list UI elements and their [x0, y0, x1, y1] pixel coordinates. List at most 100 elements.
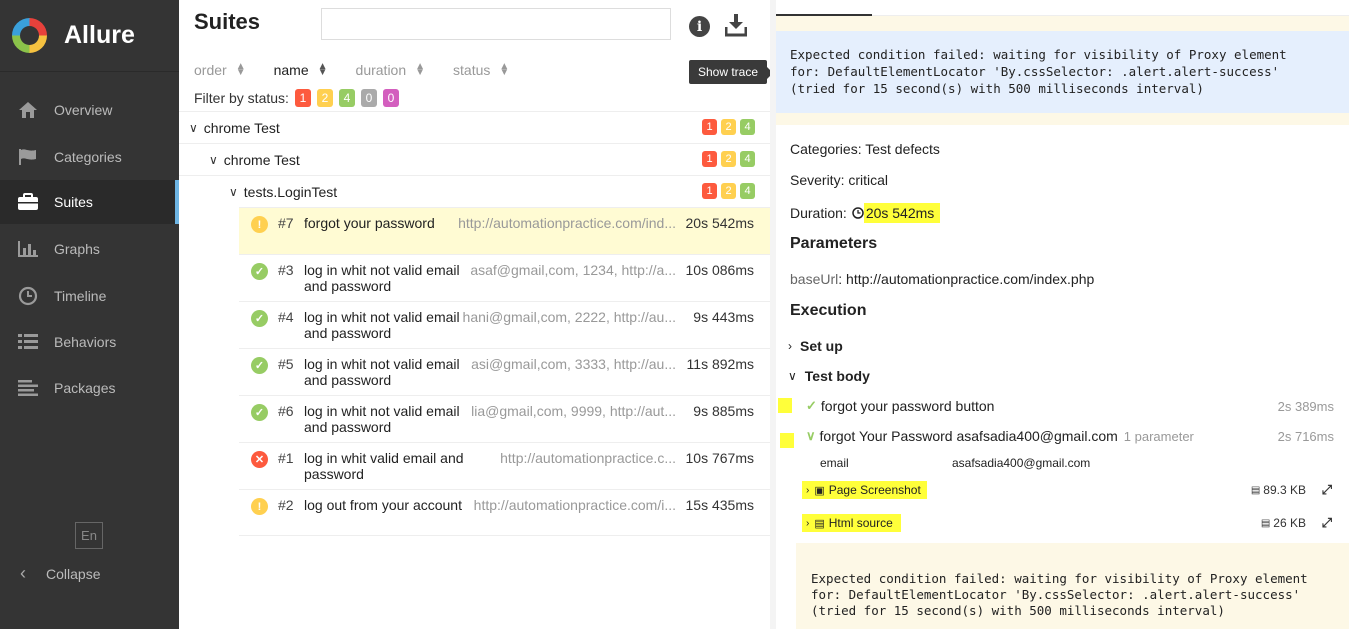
step-row[interactable]: ∨ forgot Your Password asafsadia400@gmai… — [806, 428, 1334, 444]
failed-count-badge: 1 — [702, 119, 717, 135]
step-error-message[interactable]: Expected condition failed: waiting for v… — [796, 543, 1349, 629]
sidebar-item-suites[interactable]: Suites — [0, 180, 179, 224]
sort-label: name — [273, 62, 309, 78]
test-body-section[interactable]: ∨ Test body — [788, 368, 870, 384]
sidebar-item-label: Packages — [54, 380, 116, 396]
sidebar-item-label: Suites — [54, 194, 93, 210]
broken-status-icon: ! — [251, 498, 268, 515]
passed-count-badge: 4 — [740, 119, 755, 135]
test-number: #3 — [278, 262, 294, 278]
parameter-key: baseUrl — [790, 271, 839, 287]
tree-node-label: ∨ chrome Test — [189, 120, 280, 136]
briefcase-icon — [17, 192, 39, 212]
sidebar-item-packages[interactable]: Packages — [0, 366, 179, 410]
sort-status[interactable]: status ▲ ▼ — [453, 61, 510, 79]
tree-node-label: ∨ tests.LoginTest — [229, 184, 337, 200]
attachment-size-value: 89.3 KB — [1263, 483, 1306, 497]
setup-section[interactable]: › Set up — [788, 338, 843, 354]
test-duration: 10s 086ms — [685, 262, 754, 278]
test-row[interactable]: ✕ #1 log in whit valid email and passwor… — [239, 442, 770, 489]
test-row[interactable]: ✓ #3 log in whit not valid email and pas… — [239, 254, 770, 301]
chevron-down-icon: ∨ — [788, 369, 797, 383]
sidebar-item-timeline[interactable]: Timeline — [0, 274, 179, 318]
tree-node-subsuite[interactable]: ∨ chrome Test 124 — [179, 143, 770, 175]
sort-arrows-icon: ▲ ▼ — [499, 61, 510, 78]
attachment-row[interactable]: › ▣ Page Screenshot ▤ 89.3 KB ⤢ — [802, 481, 1332, 499]
status-strip — [776, 113, 1349, 125]
sort-name[interactable]: name ▲ ▼ — [273, 61, 328, 79]
filter-label: Filter by status: — [194, 90, 289, 106]
details-tabs — [776, 0, 1349, 16]
expand-icon[interactable]: ⤢ — [1322, 515, 1332, 531]
test-duration: 15s 435ms — [685, 497, 754, 513]
test-body-label: Test body — [804, 368, 870, 384]
test-duration: 9s 885ms — [693, 403, 754, 419]
filter-failed-badge[interactable]: 1 — [294, 89, 311, 107]
info-icon[interactable]: i — [689, 16, 710, 37]
test-row[interactable]: ✓ #4 log in whit not valid email and pas… — [239, 301, 770, 348]
logo[interactable]: Allure — [0, 0, 179, 72]
step-parameter: email asafsadia400@gmail.com — [820, 456, 1090, 470]
tree-node-badges: 124 — [698, 183, 755, 199]
sidebar-item-behaviors[interactable]: Behaviors — [0, 320, 179, 364]
failed-count-badge: 1 — [702, 183, 717, 199]
duration-label: Duration: — [790, 205, 847, 221]
download-icon[interactable] — [724, 13, 748, 37]
test-params: http://automationpractice.com/ind... — [458, 215, 676, 231]
test-row[interactable]: ! #2 log out from your account http://au… — [239, 489, 770, 536]
expand-icon[interactable]: ⤢ — [1322, 482, 1332, 498]
tree-node-name: tests.LoginTest — [243, 183, 338, 200]
categories-info: Categories: Test defects — [790, 141, 940, 157]
tree-node-suite[interactable]: ∨ chrome Test 124 — [179, 111, 770, 143]
chevron-down-icon: ∨ — [806, 428, 816, 443]
sidebar-item-overview[interactable]: Overview — [0, 88, 179, 132]
tree-node-label: ∨ chrome Test — [209, 152, 300, 168]
test-duration: 9s 443ms — [693, 309, 754, 325]
sidebar-item-graphs[interactable]: Graphs — [0, 227, 179, 271]
list-icon — [17, 332, 39, 352]
broken-count-badge: 2 — [721, 151, 736, 167]
attachment-row[interactable]: › ▤ Html source ▤ 26 KB ⤢ — [802, 514, 1332, 532]
error-message[interactable]: Expected condition failed: waiting for v… — [776, 31, 1349, 113]
tree-node-badges: 124 — [698, 119, 755, 135]
test-row[interactable]: ! #7 forgot your password http://automat… — [239, 207, 770, 254]
filter-broken-badge[interactable]: 2 — [316, 89, 333, 107]
tree-node-class[interactable]: ∨ tests.LoginTest 124 — [179, 175, 770, 207]
passed-status-icon: ✓ — [251, 357, 268, 374]
step-duration: 2s 716ms — [1277, 428, 1334, 444]
filter-passed-badge[interactable]: 4 — [338, 89, 355, 107]
highlight-marker — [780, 433, 794, 448]
duration-value: 20s 542ms — [863, 203, 941, 223]
allure-logo-icon — [12, 18, 47, 53]
sort-duration[interactable]: duration ▲ ▼ — [355, 61, 426, 79]
execution-title: Execution — [790, 302, 867, 319]
test-duration: 20s 542ms — [685, 215, 754, 231]
tree-node-name: chrome Test — [223, 151, 300, 168]
filter-skipped-badge[interactable]: 0 — [360, 89, 377, 107]
test-row[interactable]: ✓ #5 log in whit not valid email and pas… — [239, 348, 770, 395]
step-row[interactable]: ✓ forgot your password button 2s 389ms — [806, 398, 1334, 414]
sort-label: duration — [355, 62, 407, 78]
filter-unknown-badge[interactable]: 0 — [382, 89, 399, 107]
failed-status-icon: ✕ — [251, 451, 268, 468]
sort-order[interactable]: order ▲ ▼ — [194, 61, 246, 79]
language-switcher[interactable]: En — [75, 522, 103, 549]
sidebar-item-label: Graphs — [54, 241, 100, 257]
parameter-row: baseUrl: http://automationpractice.com/i… — [790, 271, 1094, 287]
attachment-label: › ▤ Html source — [802, 514, 901, 532]
search-input[interactable] — [321, 8, 671, 40]
sort-arrows-icon: ▲ ▼ — [415, 61, 426, 78]
file-code-icon: ▤ — [814, 517, 825, 530]
sidebar-item-categories[interactable]: Categories — [0, 135, 179, 179]
sort-arrows-icon: ▲ ▼ — [235, 61, 246, 78]
align-left-icon — [17, 378, 39, 398]
collapse-button[interactable]: ‹ Collapse — [20, 563, 100, 584]
chevron-right-icon: › — [806, 484, 810, 496]
test-params: lia@gmail,com, 9999, http://aut... — [471, 403, 676, 419]
bar-chart-icon — [17, 239, 39, 259]
test-row[interactable]: ✓ #6 log in whit not valid email and pas… — [239, 395, 770, 442]
duration-info: Duration: 20s 542ms — [790, 203, 941, 223]
step-name: forgot Your Password asafsadia400@gmail.… — [819, 428, 1118, 444]
sort-arrows-icon: ▲ ▼ — [317, 61, 328, 78]
chevron-down-icon: ∨ — [209, 152, 218, 167]
